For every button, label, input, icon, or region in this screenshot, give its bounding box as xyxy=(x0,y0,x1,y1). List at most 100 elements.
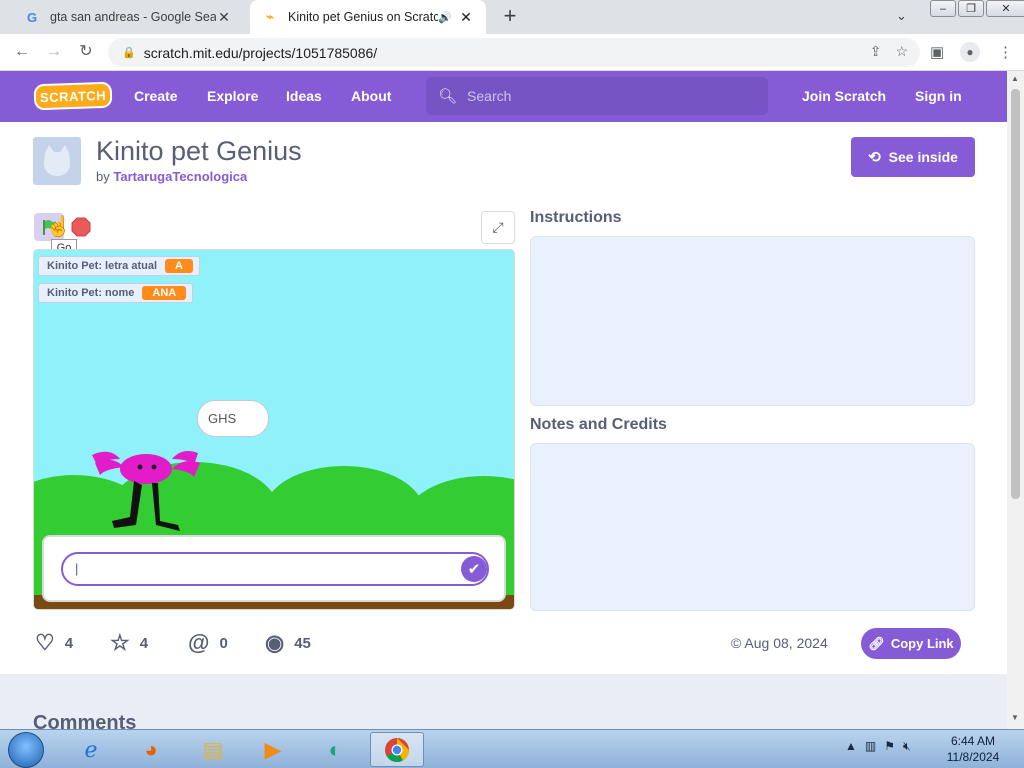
address-bar[interactable]: 🔒 scratch.mit.edu/projects/1051785086/ ⇪… xyxy=(108,38,920,67)
scratch-navbar: SCRATCH Create Explore Ideas About 🔍︎ Se… xyxy=(0,71,1007,122)
action-center-flag-icon[interactable]: ⚑ xyxy=(884,739,895,754)
project-stage[interactable]: Kinito Pet: letra atual A Kinito Pet: no… xyxy=(33,249,515,610)
network-icon[interactable]: ▥ xyxy=(865,739,876,754)
monitor-value: A xyxy=(165,259,193,273)
browser-tab-strip: G gta san andreas - Google Search ✕ ⌁ Ki… xyxy=(0,0,1024,34)
views-count: 45 xyxy=(294,634,311,652)
maximize-button[interactable]: ❐ xyxy=(958,0,984,17)
scratch-favicon-icon: ⌁ xyxy=(266,9,274,24)
profile-avatar-icon[interactable]: ● xyxy=(960,42,980,62)
browser-toolbar: ← → ↻ 🔒 scratch.mit.edu/projects/1051785… xyxy=(0,34,1024,71)
remix-spiral-icon: @ xyxy=(188,630,210,655)
love-count: 4 xyxy=(64,634,74,652)
close-tab-icon[interactable]: ✕ xyxy=(458,9,474,26)
sign-in-link[interactable]: Sign in xyxy=(915,88,962,104)
join-scratch-link[interactable]: Join Scratch xyxy=(802,88,886,104)
notes-box xyxy=(530,443,975,611)
back-icon[interactable]: ← xyxy=(10,41,34,63)
close-tab-icon[interactable]: ✕ xyxy=(216,9,232,26)
volume-muted-icon[interactable]: 🔇︎ xyxy=(903,739,911,754)
hand-cursor-icon: ☝ xyxy=(46,216,71,238)
remix-stat: @ 0 xyxy=(188,628,228,658)
see-inside-button[interactable]: ⟲ See inside xyxy=(851,137,975,177)
minimize-button[interactable]: – xyxy=(930,0,956,17)
file-explorer-icon[interactable]: ▤ xyxy=(186,732,240,767)
monitor-label: Kinito Pet: nome xyxy=(47,287,135,299)
scratch-search-input[interactable]: 🔍︎ Search xyxy=(426,77,768,115)
side-panel-icon[interactable]: ▣ xyxy=(930,43,944,61)
kinito-sprite xyxy=(92,451,200,531)
see-inside-label: See inside xyxy=(888,149,958,165)
taskbar-clock[interactable]: 6:44 AM 11/8/2024 xyxy=(938,733,1008,765)
tab-search-icon[interactable]: ⌄ xyxy=(896,8,907,24)
stop-sign-icon[interactable] xyxy=(71,217,91,237)
scroll-up-icon[interactable]: ▲ xyxy=(1011,74,1019,83)
ask-answer-input[interactable]: | xyxy=(61,552,489,586)
forward-icon[interactable]: → xyxy=(42,41,66,63)
page-scrollbar[interactable]: ▲ ▼ xyxy=(1007,71,1024,729)
internet-explorer-icon[interactable]: ℯ xyxy=(64,732,118,767)
scrollbar-thumb[interactable] xyxy=(1011,89,1020,499)
nav-about[interactable]: About xyxy=(351,88,391,104)
heart-icon: ♡ xyxy=(35,630,55,655)
firefox-icon[interactable]: ◕ xyxy=(124,732,178,767)
love-stat[interactable]: ♡ 4 xyxy=(35,628,73,658)
author-link[interactable]: TartarugaTecnologica xyxy=(113,169,247,184)
project-byline: by TartarugaTecnologica xyxy=(96,169,247,184)
media-player-icon[interactable]: ▶ xyxy=(246,732,300,767)
google-icon: G xyxy=(26,9,38,25)
url-text: scratch.mit.edu/projects/1051785086/ xyxy=(143,44,378,61)
ask-prompt-box: | ✔ xyxy=(42,535,506,602)
nav-create[interactable]: Create xyxy=(134,88,178,104)
speech-bubble: GHS xyxy=(197,400,269,437)
system-tray: ▲ ▥ ⚑ 🔇︎ xyxy=(845,739,911,754)
bookmark-star-icon[interactable]: ☆ xyxy=(895,43,908,60)
monitor-label: Kinito Pet: letra atual xyxy=(47,260,158,272)
scratch-logo[interactable]: SCRATCH xyxy=(33,81,113,111)
copy-link-button[interactable]: 🔗︎ Copy Link xyxy=(861,628,961,659)
views-stat: ◉ 45 xyxy=(265,628,311,658)
search-placeholder: Search xyxy=(467,88,512,104)
favorite-count: 4 xyxy=(139,634,149,652)
clock-date: 11/8/2024 xyxy=(946,750,1000,764)
project-page: Kinito pet Genius by TartarugaTecnologic… xyxy=(0,122,1007,674)
window-controls: – ❐ ✕ xyxy=(928,0,1024,18)
lock-icon: 🔒 xyxy=(122,47,136,59)
scroll-down-icon[interactable]: ▼ xyxy=(1011,713,1019,722)
by-label: by xyxy=(96,169,110,184)
monitor-value: ANA xyxy=(142,286,187,300)
share-icon[interactable]: ⇪ xyxy=(870,43,882,60)
chrome-icon xyxy=(385,737,409,762)
audio-playing-icon[interactable]: 🔊 xyxy=(438,11,452,24)
link-icon: 🔗︎ xyxy=(868,635,885,651)
submit-checkmark-icon[interactable]: ✔ xyxy=(461,556,487,582)
tab-title: Kinito pet Genius on Scratch xyxy=(288,10,438,24)
nav-explore[interactable]: Explore xyxy=(207,88,258,104)
start-button[interactable] xyxy=(8,732,44,768)
new-tab-button[interactable]: + xyxy=(498,5,522,29)
favorite-stat[interactable]: ☆ 4 xyxy=(110,628,148,658)
remix-count: 0 xyxy=(219,634,228,652)
menu-kebab-icon[interactable]: ⋮ xyxy=(998,43,1013,61)
nav-ideas[interactable]: Ideas xyxy=(286,88,322,104)
close-window-button[interactable]: ✕ xyxy=(986,0,1024,17)
tab-scratch-project[interactable]: ⌁ Kinito pet Genius on Scratch 🔊 ✕ xyxy=(250,0,486,34)
clock-time: 6:44 AM xyxy=(950,734,996,748)
notes-heading: Notes and Credits xyxy=(530,416,667,433)
speech-text: GHS xyxy=(208,411,237,426)
app-icon[interactable]: ◐ xyxy=(308,732,362,767)
tab-google-search[interactable]: G gta san andreas - Google Search ✕ xyxy=(12,0,244,34)
show-hidden-icons-icon[interactable]: ▲ xyxy=(845,739,857,754)
copy-link-label: Copy Link xyxy=(890,636,954,651)
shared-date: © Aug 08, 2024 xyxy=(731,635,828,651)
cat-silhouette-icon xyxy=(44,145,70,176)
screen: G gta san andreas - Google Search ✕ ⌁ Ki… xyxy=(0,0,1024,768)
instructions-heading: Instructions xyxy=(530,209,622,226)
fullscreen-icon[interactable]: ⤢ xyxy=(481,211,515,244)
project-thumbnail xyxy=(33,137,81,185)
reload-icon[interactable]: ↻ xyxy=(74,41,98,63)
windows-taskbar: ℯ ◕ ▤ ▶ ◐ ▲ ▥ ⚑ 🔇︎ 6:44 AM 11/8/2024 xyxy=(0,729,1024,768)
tab-title: gta san andreas - Google Search xyxy=(50,10,216,24)
chrome-taskbar-icon[interactable] xyxy=(370,732,424,767)
remix-arrows-icon: ⟲ xyxy=(868,149,881,166)
